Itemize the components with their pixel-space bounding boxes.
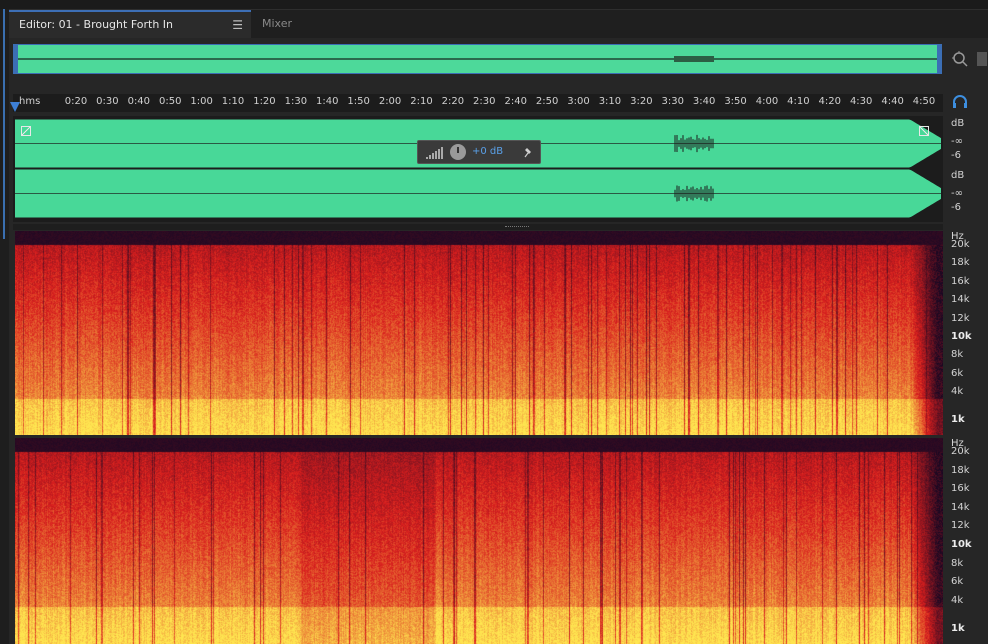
waveform-channel-right[interactable]: [15, 168, 941, 219]
hz-tick-label: 6k: [951, 576, 964, 588]
ruler-tick-label: 1:50: [347, 96, 370, 107]
db-inf-label: -∞: [951, 136, 963, 147]
hz-tick-label: 16k: [951, 275, 970, 287]
ruler-tick-label: 0:50: [158, 96, 182, 107]
ruler-tick-label: 1:00: [190, 96, 213, 107]
amplitude-scale-right: dB -∞ -6: [947, 170, 987, 222]
hz-tick-label: 18k: [951, 257, 970, 269]
hz-tick-label: 18k: [951, 464, 970, 476]
spectrogram-left: [15, 231, 943, 435]
db-value-label: -6: [951, 202, 961, 213]
spectral-view-left[interactable]: [15, 231, 943, 435]
ruler-tick-label: 3:20: [630, 96, 653, 107]
fade-in-handle-icon[interactable]: [21, 126, 31, 136]
zoom-icon[interactable]: [951, 50, 969, 68]
ruler-tick-label: 4:40: [881, 96, 904, 107]
heads-up-volume-display[interactable]: +0 dB: [417, 140, 541, 164]
panel-options-icon[interactable]: [977, 52, 987, 66]
ruler-tick-label: 3:40: [692, 96, 716, 107]
ruler-tick-label: 1:20: [253, 96, 276, 107]
volume-gain-value[interactable]: +0 dB: [472, 146, 503, 157]
volume-knob[interactable]: [450, 144, 466, 160]
ruler-tick-label: 3:50: [724, 96, 747, 107]
channel-right-envelope: [15, 168, 941, 219]
hz-tick-label: 10k: [951, 331, 972, 342]
ruler-tick-label: 4:30: [849, 96, 873, 107]
hz-tick-label: 1k: [951, 413, 965, 425]
spectrogram-right: [15, 438, 943, 644]
ruler-tick-label: 2:20: [441, 96, 465, 107]
tab-editor[interactable]: Editor: 01 - Brought Forth In Iniquity.m…: [9, 10, 251, 57]
ruler-tick-label: 2:40: [504, 96, 527, 107]
frequency-scale-left: Hz 20k 18k 16k 14k 12k 10k 8k 6k 4k 1k: [947, 231, 987, 435]
hz-tick-label: 16k: [951, 483, 970, 495]
ruler-tick-label: 1:10: [221, 96, 245, 107]
waveform-view[interactable]: [13, 116, 943, 222]
playhead-marker[interactable]: [10, 102, 20, 112]
app-top-bar: [0, 0, 988, 10]
menu-icon[interactable]: ☰: [232, 12, 243, 38]
ruler-tick-label: 4:10: [787, 96, 810, 107]
db-unit-label: dB: [951, 118, 965, 129]
db-unit-label: dB: [951, 170, 965, 181]
amplitude-scale-left: dB -∞ -6: [947, 118, 987, 170]
frequency-scale-right: Hz 20k 18k 16k 14k 12k 10k 8k 6k 4k 1k: [947, 438, 987, 644]
ruler-tick-label: 1:30: [284, 96, 308, 107]
ruler-tick-label: 0:20: [64, 96, 88, 107]
hz-tick-label: 20k: [951, 239, 970, 250]
ruler-tick-label: 2:10: [410, 96, 433, 107]
overview-waveform: [14, 45, 941, 73]
ruler-tick-label: 3:00: [567, 96, 590, 107]
hz-tick-label: 12k: [951, 520, 970, 532]
spectral-view-right[interactable]: [15, 438, 943, 644]
hz-tick-label: 10k: [951, 539, 972, 550]
hz-tick-label: 1k: [951, 622, 965, 634]
hz-tick-label: 20k: [951, 446, 970, 457]
overview-navigator[interactable]: [13, 44, 942, 74]
hz-tick-label: 14k: [951, 501, 970, 513]
ruler-tick-label: 4:20: [818, 96, 841, 107]
editor-panel: hms 0:20 0:30 0:40 0:50 1:00 1:10 1:20 1:30 1:40…: [9, 38, 988, 644]
ruler-tick-label: 0:30: [96, 96, 119, 107]
tab-mixer[interactable]: Mixer: [252, 10, 322, 38]
ruler-tick-label: 4:50: [912, 96, 936, 107]
view-divider[interactable]: [13, 224, 943, 230]
ruler-tick-label: 3:10: [598, 96, 622, 107]
ruler-tick-label: 3:30: [661, 96, 684, 107]
ruler-tick-label: 4:00: [755, 96, 779, 107]
hz-tick-label: 6k: [951, 367, 964, 379]
time-ruler[interactable]: hms 0:20 0:30 0:40 0:50 1:00 1:10 1:20 1:30 1:40…: [13, 94, 943, 112]
headphones-icon[interactable]: [952, 95, 968, 109]
hz-tick-label: 8k: [951, 557, 964, 569]
ruler-tick-label: 2:50: [535, 96, 559, 107]
ruler-unit-label: hms: [19, 96, 41, 107]
panel-tab-bar: Editor: 01 - Brought Forth In Iniquity.m…: [9, 10, 988, 57]
hz-tick-label: 12k: [951, 312, 970, 324]
level-meter-icon: [426, 147, 443, 159]
fade-out-handle-icon[interactable]: [919, 126, 929, 136]
pin-icon[interactable]: [524, 147, 534, 158]
db-value-label: -6: [951, 150, 961, 161]
tab-mixer-label: Mixer: [262, 17, 293, 30]
hz-tick-label: 8k: [951, 349, 964, 361]
ruler-tick-label: 2:30: [473, 96, 496, 107]
hz-tick-label: 4k: [951, 594, 964, 606]
left-panel-edge: [0, 9, 9, 644]
divider-grip[interactable]: [505, 226, 529, 229]
db-inf-label: -∞: [951, 188, 963, 199]
ruler-tick-label: 0:40: [127, 96, 151, 107]
ruler-tick-label: 1:40: [316, 96, 339, 107]
panel-accent: [3, 9, 5, 239]
ruler-tick-label: 2:00: [378, 96, 402, 107]
hz-tick-label: 4k: [951, 386, 964, 398]
hz-tick-label: 14k: [951, 294, 970, 306]
